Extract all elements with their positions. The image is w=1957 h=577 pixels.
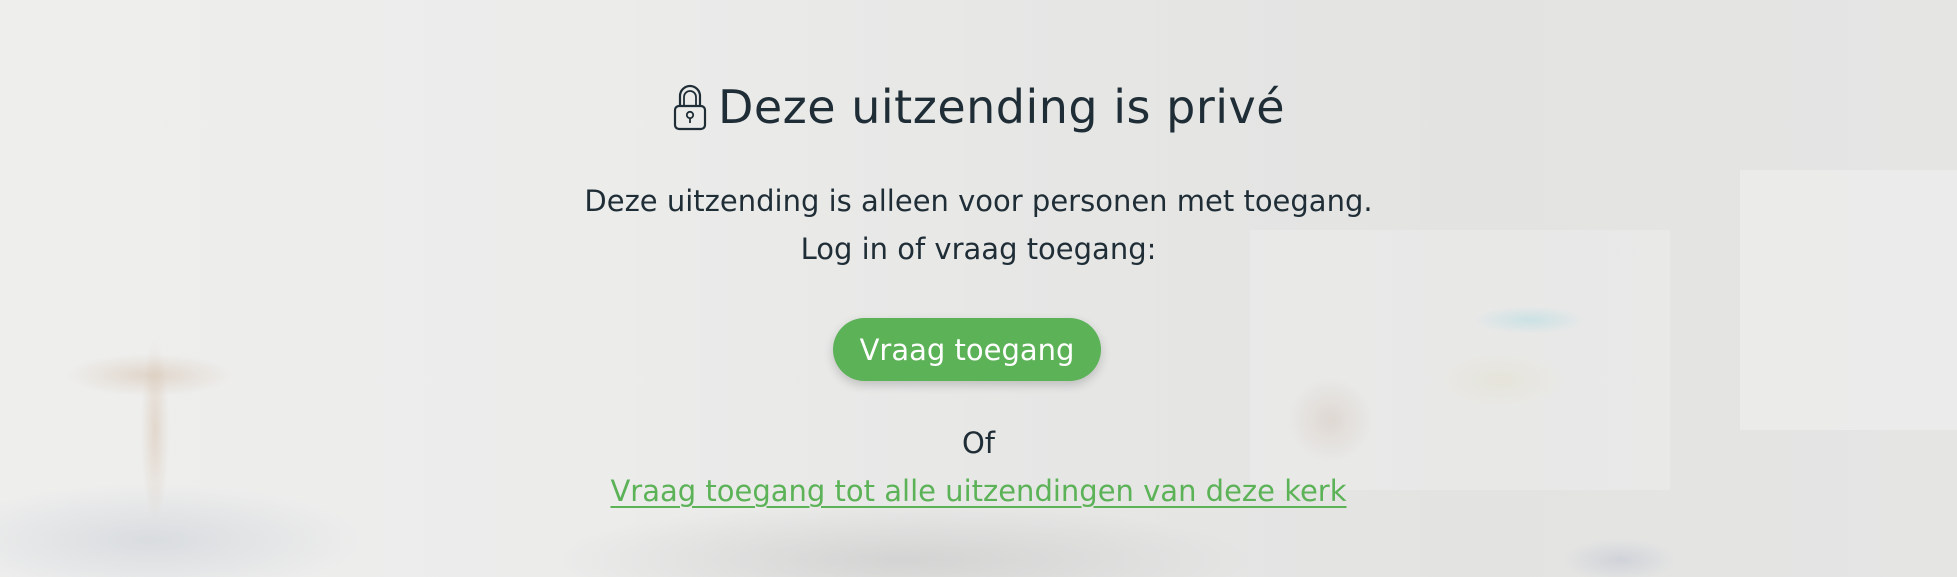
request-all-broadcasts-link-row: Vraag toegang tot alle uitzendingen van … [0, 474, 1957, 508]
request-access-button[interactable]: Vraag toegang [833, 318, 1101, 381]
lock-icon [672, 82, 708, 132]
title-row: Deze uitzending is privé [0, 80, 1957, 134]
or-label: Of [961, 426, 996, 460]
description-line-1: Deze uitzending is alleen voor personen … [584, 184, 1373, 218]
description-line-2: Log in of vraag toegang: [800, 232, 1157, 266]
request-all-broadcasts-link[interactable]: Vraag toegang tot alle uitzendingen van … [610, 474, 1346, 508]
private-broadcast-notice: Deze uitzending is privé Deze uitzending… [0, 0, 1957, 577]
page-title: Deze uitzending is privé [717, 80, 1286, 134]
